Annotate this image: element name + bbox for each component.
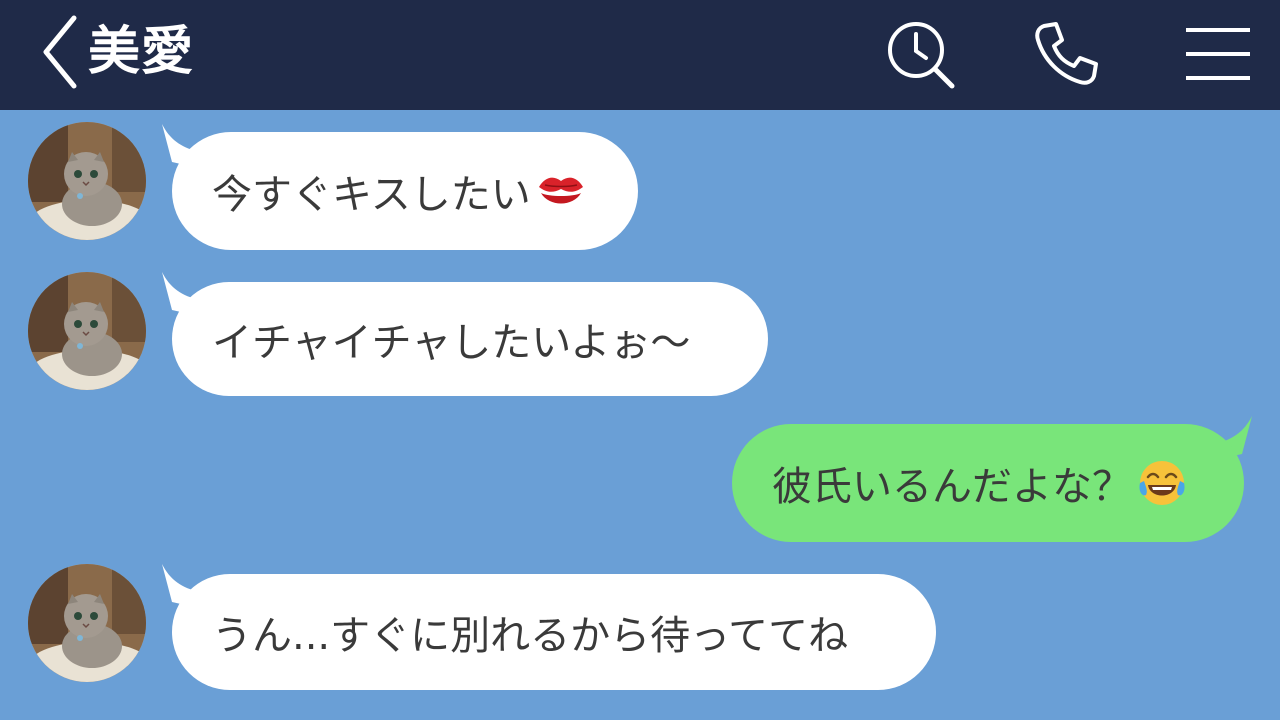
kitten-avatar-icon xyxy=(28,122,146,240)
message-bubble-incoming[interactable]: イチャイチャしたいよぉ〜 xyxy=(172,282,768,396)
call-button[interactable] xyxy=(1030,18,1102,90)
kiss-mark-icon xyxy=(535,171,587,211)
message-text: うん...すぐに別れるから待っててね xyxy=(212,613,849,659)
contact-avatar[interactable] xyxy=(28,564,146,682)
chat-header: 美愛 xyxy=(0,0,1280,110)
kitten-avatar-icon xyxy=(28,564,146,682)
message-text: イチャイチャしたいよぉ〜 xyxy=(212,320,691,366)
back-button[interactable] xyxy=(38,12,82,92)
tears-of-joy-icon xyxy=(1136,457,1188,509)
search-clock-icon xyxy=(888,22,955,89)
contact-avatar[interactable] xyxy=(28,272,146,390)
message-bubble-incoming[interactable]: 今すぐキスしたい xyxy=(172,132,638,250)
hamburger-menu-icon xyxy=(1186,28,1250,80)
message-bubble-incoming[interactable]: うん...すぐに別れるから待っててね xyxy=(172,574,936,690)
chevron-left-icon xyxy=(43,15,77,89)
message-text: 今すぐキスしたい xyxy=(212,172,531,218)
contact-avatar[interactable] xyxy=(28,122,146,240)
contact-name: 美愛 xyxy=(88,22,195,82)
phone-icon xyxy=(1035,22,1098,85)
message-bubble-outgoing[interactable]: 彼氏いるんだよな？ xyxy=(732,424,1244,542)
message-text: 彼氏いるんだよな？ xyxy=(772,464,1132,510)
menu-button[interactable] xyxy=(1182,18,1254,90)
kitten-avatar-icon xyxy=(28,272,146,390)
search-button[interactable] xyxy=(884,18,956,90)
